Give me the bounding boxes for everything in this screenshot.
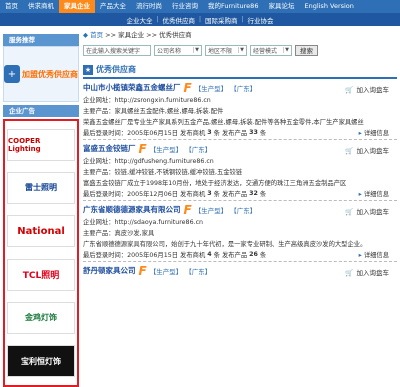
nav-fashion[interactable]: 流行时尚: [131, 0, 167, 13]
supply-count: 4: [207, 251, 212, 258]
company-name[interactable]: 富盛五金铰链厂: [83, 143, 136, 154]
company-region: 【广东】: [230, 206, 257, 215]
ads-heading: 企业广告: [3, 105, 79, 117]
subnav-suppliers[interactable]: 优秀供应商: [158, 15, 199, 25]
region-select[interactable]: 地区不限 ▼: [205, 44, 247, 56]
service-heading: 服务推荐: [3, 34, 79, 46]
supplier-entry: 中山市小榄镇荣鑫五金螺丝厂 F 【生产型】 【广东】 🛒 加入询盘车 企业网址：http…: [83, 79, 397, 140]
section-header: ★ 优秀供应商: [83, 62, 397, 79]
subnav-associations[interactable]: 行业协会: [244, 15, 278, 25]
join-text: 加盟优秀供应商: [22, 69, 78, 79]
breadcrumb-home[interactable]: 首页: [90, 31, 103, 39]
supplier-entry: 广东省顺德德源家具有限公司 F 【生产型】 【广东】 🛒 加入询盘车 企业网址：http…: [83, 201, 397, 262]
company-region: 【广东】: [185, 145, 212, 154]
breadcrumb: ◆ 首页 >> 家具企业 >> 优秀供应商: [83, 30, 397, 41]
breadcrumb-path: >> 家具企业 >> 优秀供应商: [103, 31, 192, 39]
cart-icon: 🛒: [345, 147, 354, 155]
search-type-select[interactable]: 公司名称 ▼: [154, 44, 202, 56]
chevron-down-icon: ▼: [283, 47, 289, 53]
chevron-down-icon: ▼: [193, 47, 199, 53]
nav-home[interactable]: 首页: [0, 0, 23, 13]
cart-icon: 🛒: [345, 86, 354, 94]
last-login: 2005年06月15日: [127, 252, 179, 259]
company-intro: 荣鑫五金螺丝厂是专业生产家具系列五金产品,螺丝,螺母,拆装.配件等各种五金零件,…: [83, 119, 364, 126]
cart-icon: 🛒: [345, 269, 354, 277]
section-title: 优秀供应商: [96, 65, 136, 74]
add-to-inquiry-cart[interactable]: 🛒 加入询盘车: [345, 206, 389, 216]
f-badge-icon: F: [183, 80, 192, 95]
detail-link[interactable]: ▸ 详细信息: [359, 189, 389, 198]
company-type: 【生产型】: [194, 206, 228, 215]
top-navigation: 首页 供求商机 家具企业 产品大全 流行时尚 行业咨询 我的Furniture8…: [0, 0, 400, 13]
ad-cooper[interactable]: COOPER Lighting: [7, 128, 75, 161]
subnav-buyers[interactable]: 国际采购商: [201, 15, 242, 25]
last-login: 2005年06月15日: [127, 130, 179, 137]
company-url[interactable]: http://sdaoya.furniture86.cn: [114, 219, 203, 226]
company-url[interactable]: http://gdfusheng.furniture86.cn: [114, 158, 213, 165]
company-products: 真皮沙发,家具: [114, 230, 155, 237]
f-badge-icon: F: [138, 263, 147, 278]
company-name[interactable]: 舒丹顿家具公司: [83, 265, 136, 276]
sidebar: 服务推荐 + 加盟优秀供应商 企业广告 COOPER Lighting 雷士照明…: [3, 34, 79, 387]
nav-forum[interactable]: 家具论坛: [263, 0, 299, 13]
nav-companies[interactable]: 家具企业: [59, 0, 95, 13]
star-icon: ★: [83, 64, 93, 75]
main-content: ◆ 首页 >> 家具企业 >> 优秀供应商 在此输入搜索关键字 公司名称 ▼ 地区…: [83, 30, 397, 278]
nav-my[interactable]: 我的Furniture86: [203, 0, 263, 13]
company-intro: 广东省顺德德源家具有限公司，始创于九十年代初，是一家专业研制、生产高级真皮沙发的…: [83, 241, 367, 248]
ad-baoliheng[interactable]: 宝利恒灯饰: [7, 345, 75, 378]
supplier-entry: 富盛五金铰链厂 F 【生产型】 【广东】 🛒 加入询盘车 企业网址：http://gdf…: [83, 140, 397, 201]
sub-navigation: 企业大全 | 优秀供应商 | 国际采购商 | 行业协会: [0, 13, 400, 26]
join-icon: +: [4, 65, 20, 83]
product-count: 32: [249, 190, 258, 197]
subnav-all-companies[interactable]: 企业大全: [122, 15, 156, 25]
company-region: 【广东】: [185, 267, 212, 276]
search-button[interactable]: 搜索: [295, 44, 318, 56]
company-url[interactable]: http://zsrongxin.furniture86.cn: [114, 97, 210, 104]
ad-jinji[interactable]: 金鸡灯饰: [7, 301, 75, 334]
ad-tcl[interactable]: TCL照明: [7, 258, 75, 291]
supply-count: 3: [207, 129, 212, 136]
chevron-down-icon: ▼: [238, 47, 244, 53]
company-products: 家具螺丝五金配件,螺丝,螺母,拆装.配件: [114, 108, 224, 115]
company-type: 【生产型】: [149, 145, 183, 154]
add-to-inquiry-cart[interactable]: 🛒 加入询盘车: [345, 145, 389, 155]
ad-nvc[interactable]: 雷士照明: [7, 171, 75, 204]
company-type: 【生产型】: [194, 84, 228, 93]
product-count: 33: [249, 129, 258, 136]
add-to-inquiry-cart[interactable]: 🛒 加入询盘车: [345, 84, 389, 94]
nav-english[interactable]: English Version: [299, 0, 358, 13]
search-bar: 在此输入搜索关键字 公司名称 ▼ 地区不限 ▼ 经营模式 ▼ 搜索: [83, 42, 397, 58]
company-products: 铰链,缓冲铰链,不锈钢铰链,缓冲铰链,五金铰链: [114, 169, 243, 176]
nav-supply[interactable]: 供求商机: [23, 0, 59, 13]
product-count: 26: [249, 251, 258, 258]
ad-national[interactable]: National: [7, 215, 75, 248]
detail-link[interactable]: ▸ 详细信息: [359, 250, 389, 259]
company-type: 【生产型】: [149, 267, 183, 276]
company-intro: 富盛五金铰链厂成立于1998年10月份，地处于经济发达，交通方便的珠江三角洲五金…: [83, 180, 347, 187]
detail-link[interactable]: ▸ 详细信息: [359, 128, 389, 137]
company-name[interactable]: 广东省顺德德源家具有限公司: [83, 204, 181, 215]
add-to-inquiry-cart[interactable]: 🛒 加入询盘车: [345, 267, 389, 277]
join-supplier-banner[interactable]: + 加盟优秀供应商: [3, 46, 79, 102]
business-mode-select[interactable]: 经营模式 ▼: [250, 44, 292, 56]
nav-products[interactable]: 产品大全: [95, 0, 131, 13]
f-badge-icon: F: [138, 141, 147, 156]
cart-icon: 🛒: [345, 208, 354, 216]
supplier-entry: 舒丹顿家具公司 F 【生产型】 【广东】 🛒 加入询盘车: [83, 262, 397, 278]
nav-news[interactable]: 行业咨询: [167, 0, 203, 13]
search-input[interactable]: 在此输入搜索关键字: [83, 44, 151, 56]
ads-box: COOPER Lighting 雷士照明 National TCL照明 金鸡灯饰…: [3, 119, 79, 387]
f-badge-icon: F: [183, 202, 192, 217]
last-login: 2005年12月06日: [127, 191, 179, 198]
supply-count: 3: [207, 190, 212, 197]
company-region: 【广东】: [230, 84, 257, 93]
company-name[interactable]: 中山市小榄镇荣鑫五金螺丝厂: [83, 82, 181, 93]
